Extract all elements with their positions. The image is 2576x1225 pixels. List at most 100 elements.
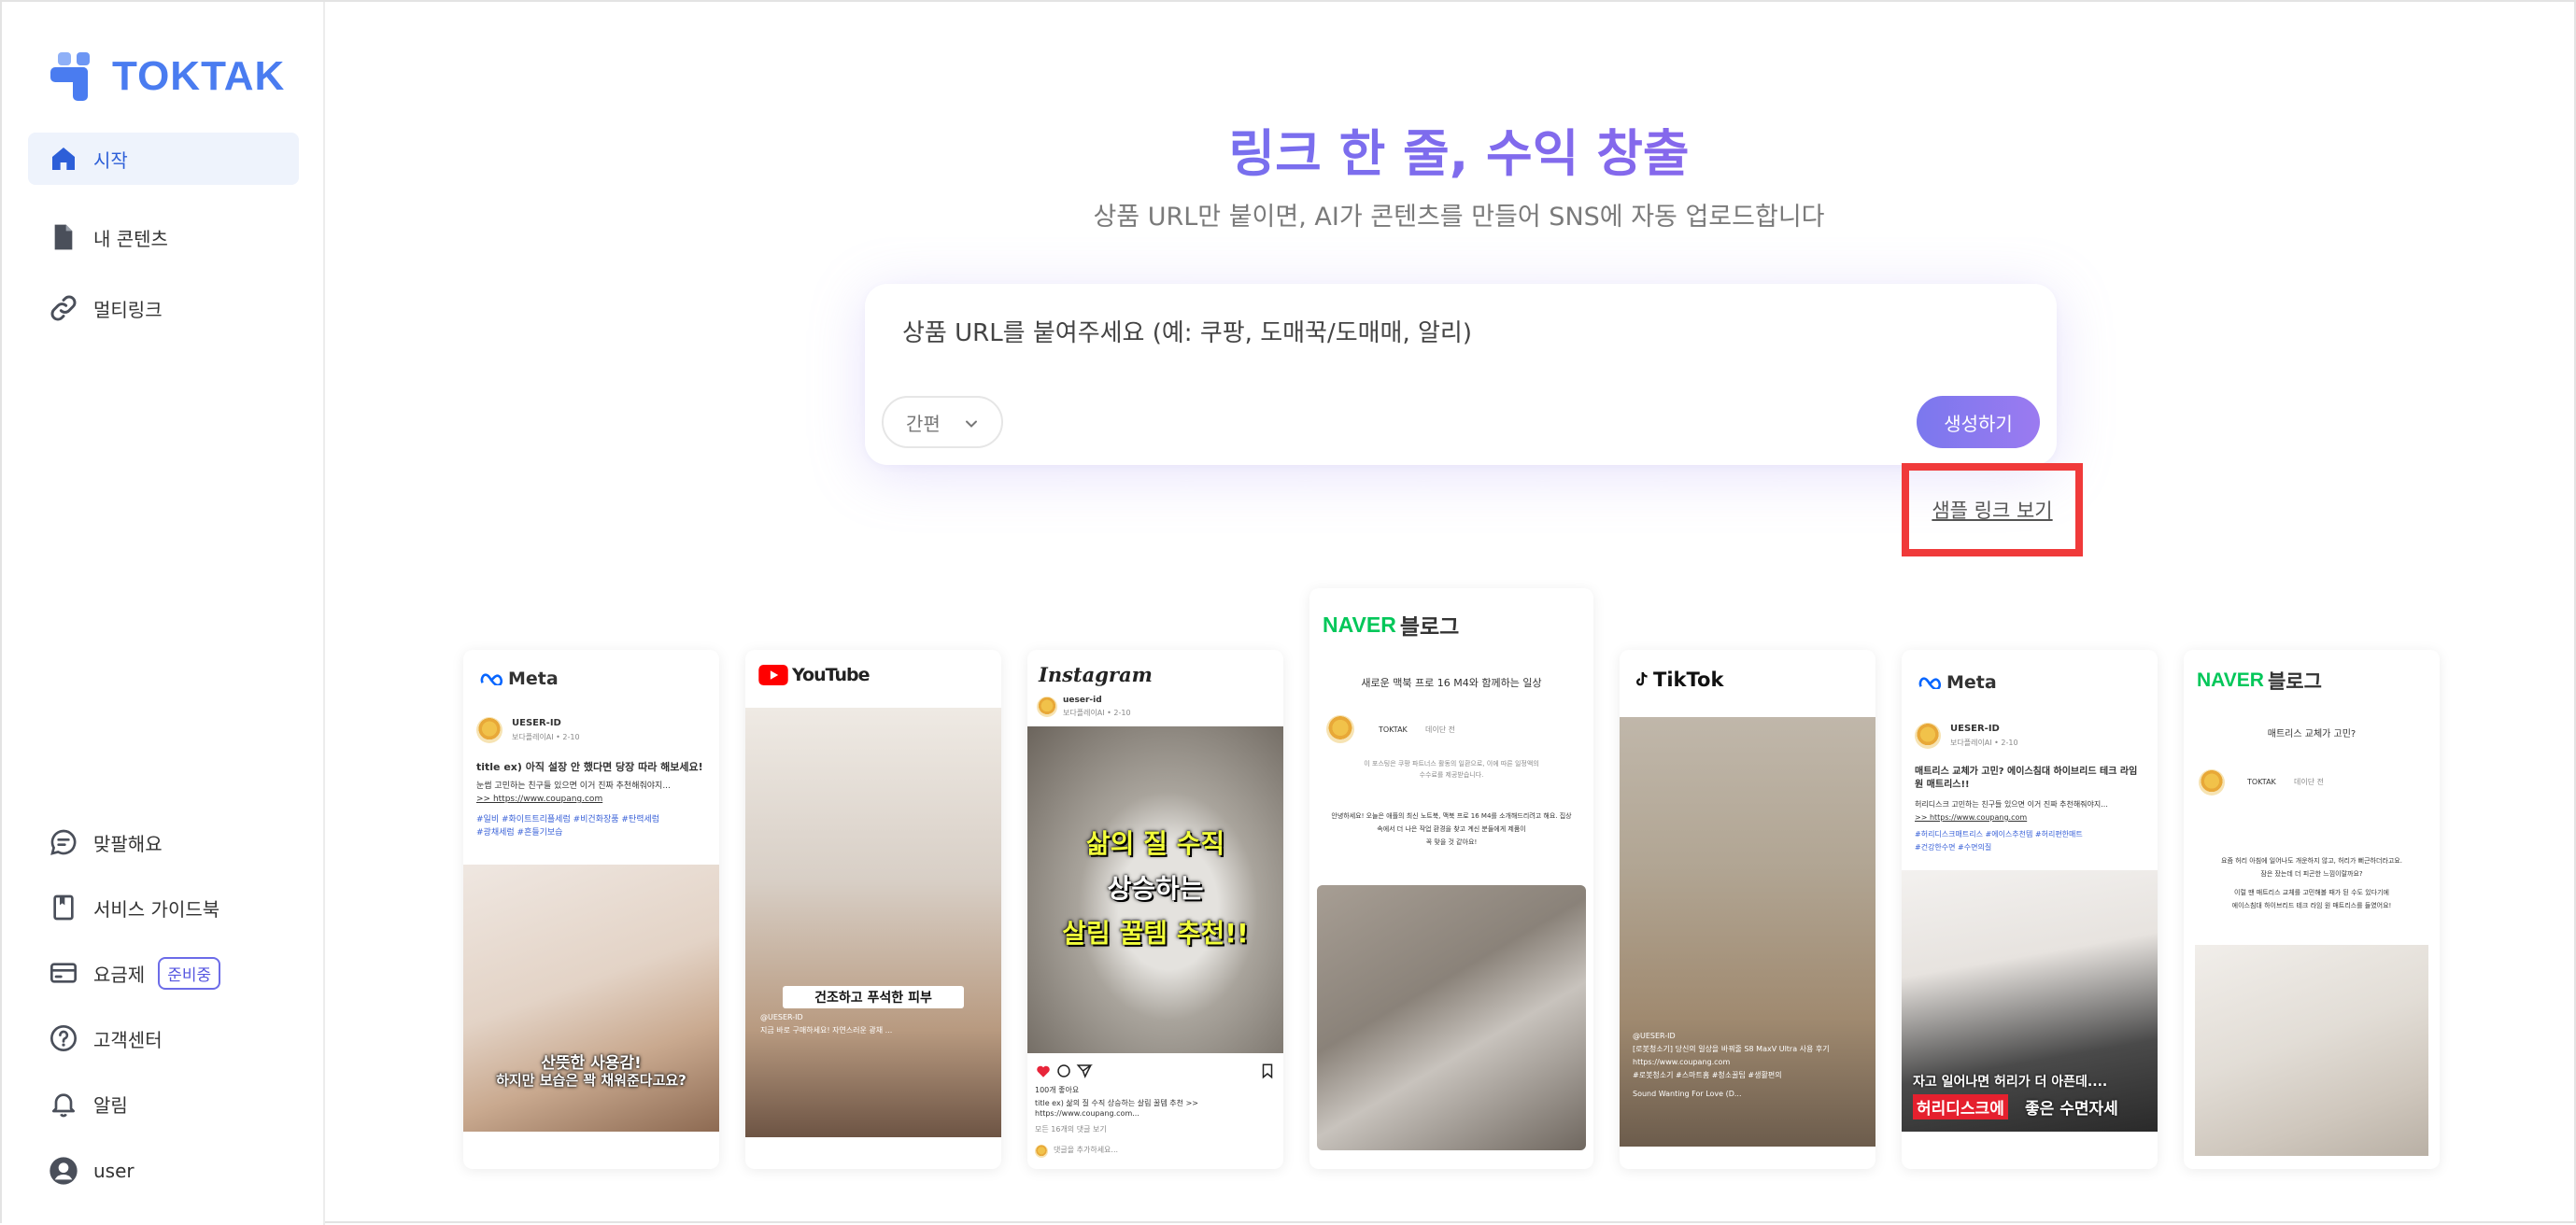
comment-input[interactable]: 댓글을 추가하세요... [1054,1145,1118,1155]
comment-icon[interactable] [1055,1063,1072,1079]
status-badge: 준비중 [158,956,221,990]
blog-disclaimer: 이 포스팅은 쿠팡 파트너스 활동의 일환으로, 이에 따른 일정액의 [1364,760,1539,767]
sidebar-item-follow[interactable]: 맞팔해요 [28,816,299,868]
app-window: TOKTAK 시작 내 콘텐츠 멀티링크 맞팔해요 서비스 가이드북 요금제 준… [0,0,2576,1225]
main-content: 링크 한 줄, 수익 창출 상품 URL만 붙이면, AI가 콘텐츠를 만들어 … [327,2,2576,1225]
mode-select-value: 간편 [906,412,941,435]
video-description: [로봇청소기] 당신의 일상을 바꿔줄 S8 MaxV Ultra 사용 후기 [1633,1045,1830,1053]
naver-blog-brand: NAVER 블로그 [1323,612,1460,641]
video-hashtags: #로봇청소기 #스마트홈 #청소꿀팁 #생활편의 [1633,1071,1782,1079]
post-author: UESER-ID [512,718,561,728]
page-title: 링크 한 줄, 수익 창출 [327,112,2576,186]
chevron-down-icon [966,420,977,428]
photo-caption: 삶의 질 수직 [1085,828,1225,859]
product-url-input[interactable] [902,312,1930,355]
post-title: 매트리스 교체가 고민? 에이스침대 하이브리드 테크 라임 원 매트리스!! [1915,767,2138,790]
post-meta: 보다플레이AI • 2-10 [1063,709,1131,717]
toktak-logo-icon [50,52,90,101]
meta-logo-icon [1918,677,1942,689]
blog-paragraph: 이럴 땐 매트리스 교체를 고민해볼 때가 된 수도 있다기에 [2234,889,2389,896]
naver-blog-brand: NAVER 블로그 [2197,669,2322,693]
post-meta: 보다플레이AI • 2-10 [512,733,580,741]
sample-card-youtube[interactable]: YouTube 건조하고 푸석한 피부 @UESER-ID 지금 바로 구매하세… [745,650,1001,1169]
video-author: @UESER-ID [1633,1032,1676,1040]
blog-title: 새로운 맥북 프로 16 M4와 함께하는 일상 [1361,677,1542,689]
sidebar-item-support[interactable]: 고객센터 [28,1012,299,1064]
photo-caption: 살림 꿀템 추천!! [1062,918,1249,949]
mode-select[interactable]: 간편 [882,396,1003,448]
home-icon [52,148,75,170]
blog-paragraph: 잠은 잤는데 더 피곤한 느낌이랄까요? [2260,870,2363,878]
video-music: Sound Wanting For Love (D... [1633,1090,1742,1098]
blog-photo [1317,885,1586,1150]
sample-card-meta[interactable]: Meta UESER-ID 보다플레이AI • 2-10 title ex) 아… [463,650,719,1169]
blog-meta: 데이단 전 [1425,725,1455,734]
tiktok-logo-icon [1636,672,1648,686]
instagram-brand: Instagram [1039,663,1153,686]
video-thumbnail [745,708,1001,1137]
bell-icon [52,1093,75,1118]
brand-name: TOKTAK [112,53,286,99]
sidebar-item-guidebook[interactable]: 서비스 가이드북 [28,881,299,934]
youtube-brand: YouTube [758,665,870,685]
link-icon [50,295,77,321]
photo-caption: 하지만 보습은 꽉 채워준다고요? [496,1072,686,1089]
card-icon [50,963,77,983]
sidebar-item-notifications[interactable]: 알림 [28,1077,299,1130]
blog-disclaimer: 수수료를 제공받습니다. [1419,771,1484,779]
blog-paragraph: 안녕하세요! 오늘은 애플의 최신 노트북, 맥북 프로 16 M4를 소개해드… [1331,812,1572,820]
sidebar-item-label: 알림 [93,1093,128,1117]
sample-card-instagram[interactable]: Instagram ueser-id 보다플레이AI • 2-10 삶의 질 수… [1027,650,1283,1169]
video-link[interactable]: https://www.coupang.com [1633,1057,1730,1067]
meta-brand: Meta [480,669,559,689]
video-author: @UESER-ID [760,1013,803,1021]
blog-title: 매트리스 교체가 고민? [2267,729,2357,739]
sidebar-item-label: 멀티링크 [93,298,163,321]
meta-logo-icon [480,673,503,685]
sidebar-item-start[interactable]: 시작 [28,133,299,185]
sidebar-item-pricing[interactable]: 요금제 준비중 [28,947,299,999]
video-description: 지금 바로 구매하세요! 자연스러운 광채 ... [760,1026,893,1035]
sample-card-meta[interactable]: Meta UESER-ID 보다플레이AI • 2-10 매트리스 교체가 고민… [1902,650,2158,1169]
sample-card-naver-blog[interactable]: NAVER 블로그 매트리스 교체가 고민? TOKTAK 데이단 전 요즘 허… [2184,650,2440,1169]
sidebar-item-multilink[interactable]: 멀티링크 [28,282,299,334]
post-author: UESER-ID [1950,724,2000,734]
generate-button[interactable]: 생성하기 [1917,396,2040,448]
avatar [476,717,502,743]
heart-icon[interactable] [1035,1063,1052,1079]
post-hashtags: #건강한수면 #수면의질 [1915,843,1992,852]
post-author: ueser-id [1063,696,1102,705]
post-title: title ex) 아직 설장 안 했다면 당장 따라 해보세요! [476,761,703,773]
sidebar-item-label: 고객센터 [93,1028,163,1051]
photo-caption: 좋은 수면자세 [2025,1100,2118,1119]
post-link[interactable]: >> https://www.coupang.com [1915,812,2148,823]
blog-author: TOKTAK [2247,778,2276,786]
blog-paragraph: 요즘 허리 아침에 일어나도 개운하지 않고, 허리가 뻐근하더라고요. [2221,857,2402,865]
video-caption: 건조하고 푸석한 피부 [783,986,964,1008]
sample-card-naver-blog[interactable]: NAVER 블로그 새로운 맥북 프로 16 M4와 함께하는 일상 TOKTA… [1309,588,1593,1169]
avatar [1035,1145,1048,1158]
post-link[interactable]: >> https://www.coupang.com [476,794,710,806]
post-meta: 보다플레이AI • 2-10 [1950,739,2018,747]
sidebar-item-label: 시작 [93,148,128,172]
sample-card-tiktok[interactable]: TikTok @UESER-ID [로봇청소기] 당신의 일상을 바꿔줄 S8 … [1620,650,1875,1169]
page-subtitle: 상품 URL만 붙이면, AI가 콘텐츠를 만들어 SNS에 자동 업로드합니다 [1093,203,1825,232]
view-comments-link[interactable]: 모든 16개의 댓글 보기 [1035,1124,1107,1134]
book-icon [53,894,74,921]
bookmark-icon[interactable] [1259,1063,1276,1079]
share-icon[interactable] [1076,1063,1093,1079]
sidebar-item-label: 내 콘텐츠 [93,227,168,250]
sample-link[interactable]: 샘플 링크 보기 [1932,496,2052,524]
youtube-logo-icon [758,665,788,685]
blog-paragraph: 꼭 맞을 것 같아요! [1425,838,1478,846]
sidebar-item-my-content[interactable]: 내 콘텐츠 [28,211,299,263]
sidebar-item-label: 요금제 [93,963,146,986]
sidebar-item-user[interactable]: user [28,1145,299,1197]
blog-paragraph: 속에서 더 나은 작업 환경을 찾고 계신 분들에게 제품이 [1377,825,1526,833]
post-photo [463,865,719,1132]
blog-author: TOKTAK [1379,725,1408,734]
url-form: 간편 생성하기 [865,284,2057,465]
brand-logo[interactable]: TOKTAK [49,50,285,103]
photo-caption: 상승하는 [1107,873,1204,904]
meta-brand: Meta [1918,672,1997,693]
